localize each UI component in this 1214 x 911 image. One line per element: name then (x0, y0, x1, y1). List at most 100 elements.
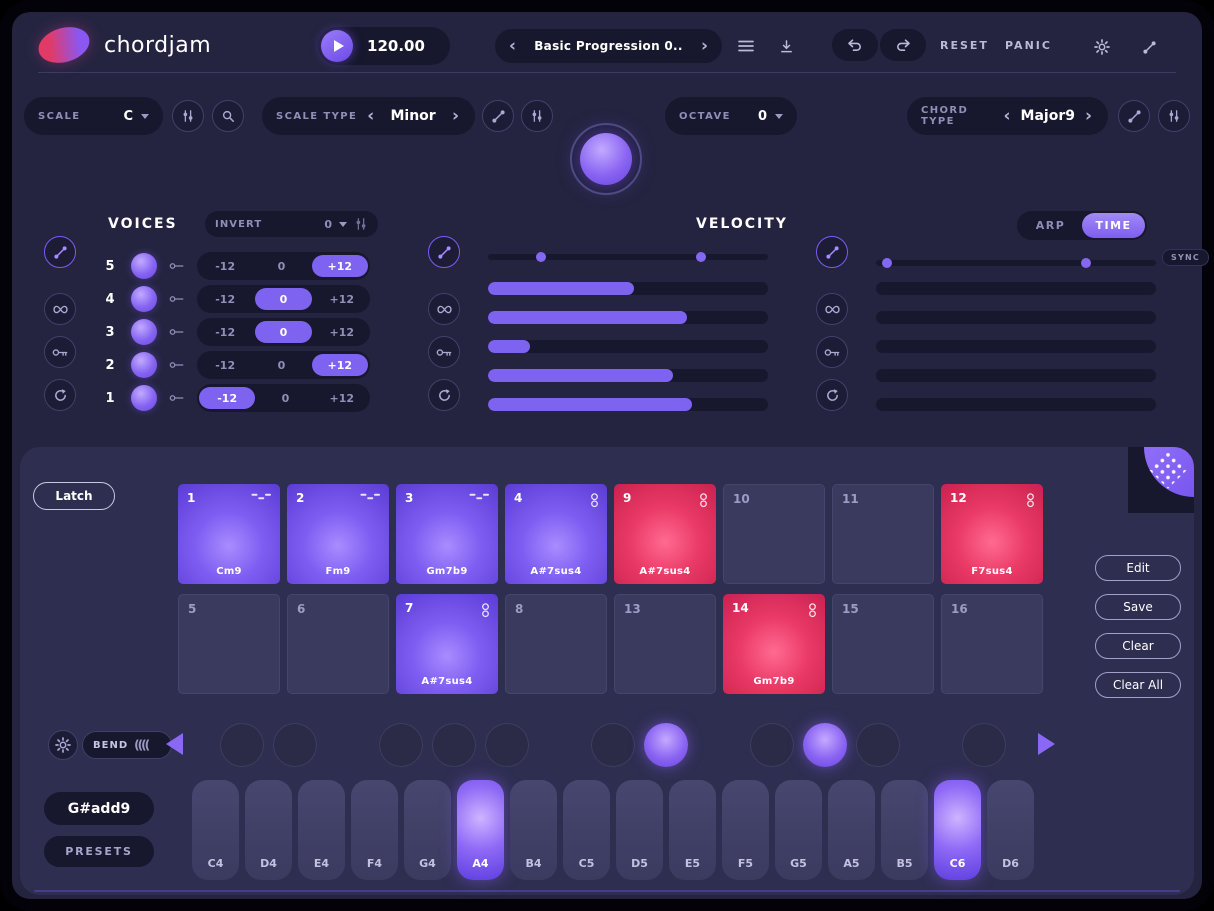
pad-1[interactable]: 1Cm9 (178, 484, 280, 584)
black-key-knob[interactable] (220, 723, 264, 767)
settings-button[interactable] (1091, 36, 1113, 58)
value-bar[interactable] (876, 340, 1156, 353)
randomize-button[interactable] (44, 236, 76, 268)
key-F5[interactable]: F5 (722, 780, 769, 880)
slider-handle[interactable] (696, 252, 706, 262)
transpose-option--12[interactable]: -12 (197, 351, 253, 379)
endless-button[interactable] (44, 293, 76, 325)
invert-selector[interactable]: INVERT 0 (205, 211, 378, 237)
pad-9[interactable]: 9A#7sus4 (614, 484, 716, 584)
pad-10[interactable]: 10 (723, 484, 825, 584)
preset-name[interactable]: Basic Progression 0.. (518, 39, 699, 53)
pad-11[interactable]: 11 (832, 484, 934, 584)
value-bar[interactable] (488, 282, 768, 295)
keyboard-settings-button[interactable] (48, 730, 78, 760)
pad-4[interactable]: 4A#7sus4 (505, 484, 607, 584)
pad-13[interactable]: 13 (614, 594, 716, 694)
randomize-button[interactable] (816, 236, 848, 268)
voice-level-knob[interactable] (131, 286, 157, 312)
voice-link-icon[interactable] (169, 360, 185, 370)
panic-button[interactable]: PANIC (1005, 39, 1052, 52)
endless-button[interactable] (428, 293, 460, 325)
save-button[interactable]: Save (1095, 594, 1181, 620)
voice-link-icon[interactable] (169, 393, 185, 403)
bpm-display[interactable]: 120.00 (353, 37, 447, 55)
randomize-button[interactable] (428, 236, 460, 268)
loop-button[interactable] (44, 379, 76, 411)
black-key-knob[interactable] (750, 723, 794, 767)
pad-bank-corner[interactable] (1128, 447, 1194, 513)
undo-button[interactable] (832, 29, 878, 61)
chord-randomize-button[interactable] (1118, 100, 1150, 132)
chord-type-prev-button[interactable]: ‹ (1002, 108, 1013, 125)
transpose-option--12[interactable]: -12 (199, 387, 255, 409)
key-C4[interactable]: C4 (192, 780, 239, 880)
voice-link-icon[interactable] (169, 261, 185, 271)
pad-7[interactable]: 7A#7sus4 (396, 594, 498, 694)
pad-2[interactable]: 2Fm9 (287, 484, 389, 584)
voice-link-icon[interactable] (169, 294, 185, 304)
pad-15[interactable]: 15 (832, 594, 934, 694)
value-bar[interactable] (488, 369, 768, 382)
clear-all-button[interactable]: Clear All (1095, 672, 1181, 698)
menu-button[interactable] (734, 36, 758, 56)
preset-next-button[interactable]: › (699, 38, 710, 55)
key-B4[interactable]: B4 (510, 780, 557, 880)
key-A4[interactable]: A4 (457, 780, 504, 880)
transpose-option--12[interactable]: -12 (197, 252, 253, 280)
value-bar[interactable] (488, 311, 768, 324)
transpose-option-0[interactable]: 0 (255, 288, 311, 310)
pad-3[interactable]: 3Gm7b9 (396, 484, 498, 584)
time-range-slider[interactable] (876, 260, 1156, 266)
key-D5[interactable]: D5 (616, 780, 663, 880)
presets-button[interactable]: PRESETS (44, 836, 154, 867)
clear-button[interactable]: Clear (1095, 633, 1181, 659)
voice-level-knob[interactable] (131, 385, 157, 411)
scale-detect-button[interactable] (212, 100, 244, 132)
black-key-knob[interactable] (962, 723, 1006, 767)
key-G5[interactable]: G5 (775, 780, 822, 880)
velocity-range-slider[interactable] (488, 254, 768, 260)
slider-handle[interactable] (1081, 258, 1091, 268)
black-key-knob[interactable] (432, 723, 476, 767)
master-knob[interactable] (570, 123, 642, 195)
key-E4[interactable]: E4 (298, 780, 345, 880)
scale-randomize-button[interactable] (482, 100, 514, 132)
value-bar[interactable] (876, 311, 1156, 324)
key-B5[interactable]: B5 (881, 780, 928, 880)
key-lock-button[interactable] (428, 336, 460, 368)
value-bar[interactable] (876, 398, 1156, 411)
key-F4[interactable]: F4 (351, 780, 398, 880)
black-key-knob[interactable] (803, 723, 847, 767)
octave-selector[interactable]: OCTAVE 0 (665, 97, 797, 135)
transpose-option-+12[interactable]: +12 (314, 318, 370, 346)
value-bar[interactable] (488, 340, 768, 353)
chord-type-next-button[interactable]: › (1083, 108, 1094, 125)
value-bar[interactable] (876, 369, 1156, 382)
pad-12[interactable]: 12F7sus4 (941, 484, 1043, 584)
key-C6[interactable]: C6 (934, 780, 981, 880)
scale-type-prev-button[interactable]: ‹ (365, 108, 376, 125)
pad-5[interactable]: 5 (178, 594, 280, 694)
global-randomize-button[interactable] (1138, 36, 1160, 58)
loop-button[interactable] (816, 379, 848, 411)
black-key-knob[interactable] (644, 723, 688, 767)
black-key-knob[interactable] (273, 723, 317, 767)
black-key-knob[interactable] (379, 723, 423, 767)
pad-6[interactable]: 6 (287, 594, 389, 694)
transpose-option-+12[interactable]: +12 (312, 354, 368, 376)
download-button[interactable] (774, 35, 798, 57)
edit-button[interactable]: Edit (1095, 555, 1181, 581)
voice-level-knob[interactable] (131, 319, 157, 345)
key-G4[interactable]: G4 (404, 780, 451, 880)
loop-button[interactable] (428, 379, 460, 411)
slider-handle[interactable] (882, 258, 892, 268)
pad-16[interactable]: 16 (941, 594, 1043, 694)
pad-8[interactable]: 8 (505, 594, 607, 694)
endless-button[interactable] (816, 293, 848, 325)
voice-level-knob[interactable] (131, 253, 157, 279)
sync-badge[interactable]: SYNC (1162, 249, 1209, 266)
chord-settings-button[interactable] (1158, 100, 1190, 132)
black-key-knob[interactable] (485, 723, 529, 767)
pad-14[interactable]: 14Gm7b9 (723, 594, 825, 694)
